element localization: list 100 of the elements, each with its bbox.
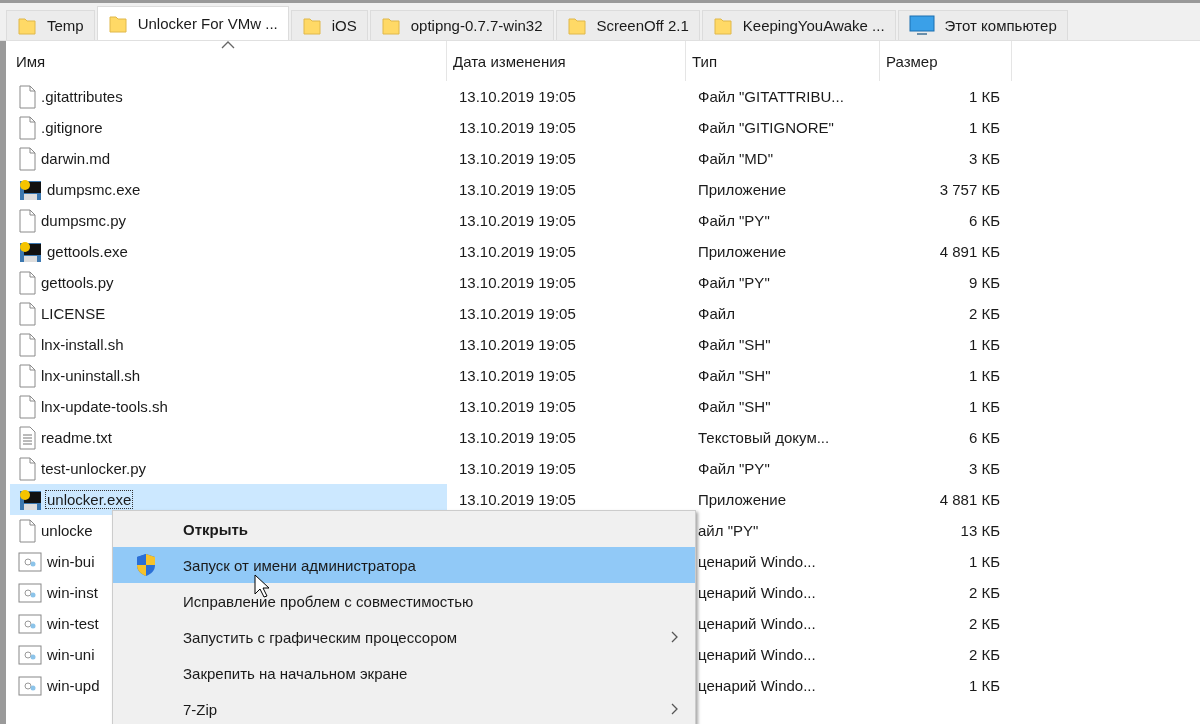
folder-icon	[17, 15, 37, 36]
file-name[interactable]: lnx-uninstall.sh	[40, 367, 142, 384]
document-icon	[18, 332, 36, 357]
document-icon	[18, 84, 36, 109]
size-cell-text: 3 757 КБ	[938, 181, 1001, 198]
date-cell-text: 13.10.2019 19:05	[458, 336, 577, 353]
column-header[interactable]: Имя	[10, 41, 447, 81]
size-cell-text: 1 КБ	[967, 677, 1001, 694]
document-icon	[18, 270, 36, 295]
type-cell-text: Файл "MD"	[697, 150, 775, 167]
type-cell-text: Файл "SH"	[697, 336, 772, 353]
column-header[interactable]: Дата изменения	[447, 41, 686, 81]
sort-caret-icon	[221, 41, 235, 49]
folder-icon	[107, 13, 128, 34]
type-cell-text: Приложение	[697, 491, 787, 508]
size-cell-text: 2 КБ	[967, 615, 1001, 632]
type-cell-text: ценарий Windo...	[697, 646, 817, 663]
type-cell-text: ценарий Windo...	[697, 553, 817, 570]
file-name[interactable]: .gitignore	[40, 119, 104, 136]
file-name[interactable]: lnx-install.sh	[40, 336, 125, 353]
document-icon	[18, 456, 36, 481]
size-cell-text: 6 КБ	[967, 429, 1001, 446]
size-cell-text: 4 881 КБ	[938, 491, 1001, 508]
document-icon	[18, 363, 36, 388]
menu-item[interactable]: Открыть	[113, 511, 695, 547]
tab[interactable]: Unlocker For VMw ...	[96, 6, 289, 40]
date-cell-text: 13.10.2019 19:05	[458, 429, 577, 446]
file-name[interactable]: darwin.md	[40, 150, 112, 167]
chevron-right-icon	[671, 703, 679, 715]
folder-icon	[566, 15, 587, 36]
menu-item[interactable]: 7-Zip	[113, 691, 695, 724]
tab[interactable]: Temp	[6, 10, 95, 40]
file-name[interactable]: win-uni	[46, 646, 96, 663]
type-cell-text: Файл "SH"	[697, 398, 772, 415]
menu-item[interactable]: Запустить с графическим процессором	[113, 619, 695, 655]
tab[interactable]: optipng-0.7.7-win32	[369, 10, 554, 40]
size-cell-text: 3 КБ	[967, 460, 1001, 477]
chevron-right-icon	[671, 631, 679, 643]
date-cell-text: 13.10.2019 19:05	[458, 243, 577, 260]
menu-item[interactable]: Запуск от имени администратора	[113, 547, 695, 583]
size-cell-text: 2 КБ	[967, 584, 1001, 601]
file-name[interactable]: .gitattributes	[40, 88, 124, 105]
tab[interactable]: Этот компьютер	[897, 10, 1068, 40]
monitor-icon	[908, 14, 935, 37]
type-cell-text: Файл "SH"	[697, 367, 772, 384]
size-cell-text: 6 КБ	[967, 212, 1001, 229]
file-name[interactable]: dumpsmc.py	[40, 212, 128, 229]
size-cell-text: 3 КБ	[967, 150, 1001, 167]
script-icon	[18, 644, 42, 665]
menu-item[interactable]: Закрепить на начальном экране	[113, 655, 695, 691]
script-icon	[18, 675, 42, 696]
document-icon	[18, 208, 36, 233]
date-cell-text: 13.10.2019 19:05	[458, 274, 577, 291]
size-cell-text: 1 КБ	[967, 398, 1001, 415]
column-header[interactable]: Размер	[880, 41, 1012, 81]
file-name[interactable]: win-inst	[46, 584, 99, 601]
document-icon	[18, 146, 36, 171]
document-icon	[18, 301, 36, 326]
type-cell-text: Текстовый докум...	[697, 429, 831, 446]
document-icon	[18, 115, 36, 140]
text-document-icon	[18, 425, 36, 450]
date-cell-text: 13.10.2019 19:05	[458, 88, 577, 105]
type-cell-text: Приложение	[697, 181, 787, 198]
file-name[interactable]: readme.txt	[40, 429, 113, 446]
date-cell-text: 13.10.2019 19:05	[458, 460, 577, 477]
type-cell-text: ценарий Windo...	[697, 677, 817, 694]
type-cell-text: ценарий Windo...	[697, 615, 817, 632]
size-cell-text: 2 КБ	[967, 646, 1001, 663]
file-name[interactable]: test-unlocker.py	[40, 460, 148, 477]
date-cell-text: 13.10.2019 19:05	[458, 305, 577, 322]
tab[interactable]: ScreenOff 2.1	[555, 10, 700, 40]
size-cell-text: 13 КБ	[959, 522, 1001, 539]
size-cell-text: 1 КБ	[967, 553, 1001, 570]
tab[interactable]: KeepingYouAwake ...	[701, 10, 896, 40]
column-header[interactable]: Тип	[686, 41, 880, 81]
script-icon	[18, 551, 42, 572]
file-name[interactable]: LICENSE	[40, 305, 107, 322]
file-name[interactable]: dumpsmc.exe	[46, 181, 142, 198]
type-cell-text: Файл "PY"	[697, 274, 771, 291]
file-name[interactable]: lnx-update-tools.sh	[40, 398, 169, 415]
application-icon	[18, 177, 42, 202]
file-name[interactable]: win-bui	[46, 553, 96, 570]
folder-icon	[380, 15, 401, 36]
file-name[interactable]: win-test	[46, 615, 100, 632]
file-name[interactable]: gettools.exe	[46, 243, 129, 260]
size-cell-text: 1 КБ	[967, 336, 1001, 353]
file-name[interactable]: unlocke	[40, 522, 94, 539]
size-cell-text: 1 КБ	[967, 88, 1001, 105]
date-cell-text: 13.10.2019 19:05	[458, 119, 577, 136]
menu-item[interactable]: Исправление проблем с совместимостью	[113, 583, 695, 619]
file-name[interactable]: gettools.py	[40, 274, 115, 291]
type-cell-text: ценарий Windo...	[697, 584, 817, 601]
file-name[interactable]: unlocker.exe	[46, 491, 133, 508]
document-icon	[18, 518, 36, 543]
tab[interactable]: iOS	[290, 10, 368, 40]
file-name[interactable]: win-upd	[46, 677, 101, 694]
document-icon	[18, 394, 36, 419]
type-cell-text: Файл "PY"	[697, 460, 771, 477]
date-cell-text: 13.10.2019 19:05	[458, 398, 577, 415]
script-icon	[18, 582, 42, 603]
